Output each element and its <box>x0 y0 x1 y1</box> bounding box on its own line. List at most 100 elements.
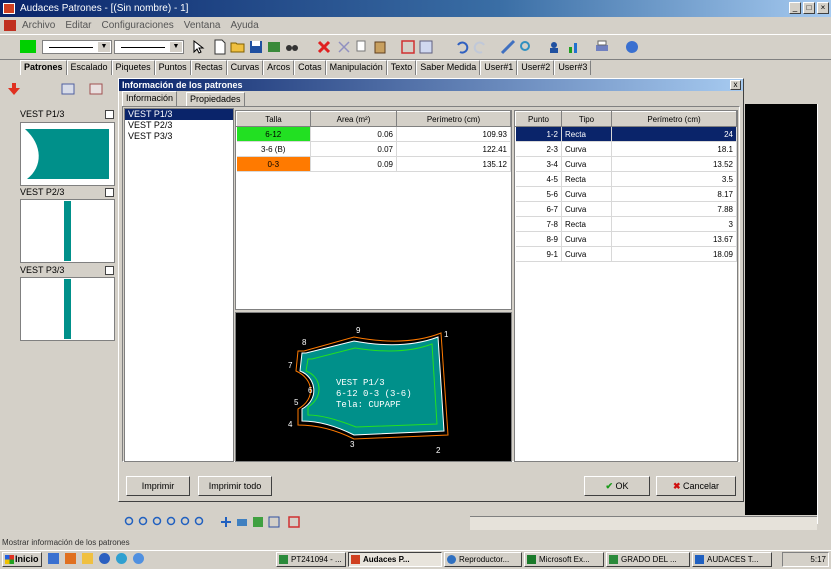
menu-editar[interactable]: Editar <box>65 20 91 31</box>
open-folder-icon[interactable] <box>230 39 246 55</box>
copy-icon[interactable] <box>354 39 370 55</box>
piece-label-3[interactable]: VEST P3/3 <box>20 265 116 277</box>
tab-curvas[interactable]: Curvas <box>226 60 264 75</box>
table-row[interactable]: 1-2 Recta 24 <box>515 126 737 142</box>
start-button[interactable]: Inicio <box>2 552 42 567</box>
zoom-all-icon[interactable] <box>166 516 178 528</box>
table-row[interactable]: 3-6 (B) 0.07 122.41 <box>236 141 511 157</box>
dialog-pieces-list[interactable]: VEST P1/3 VEST P2/3 VEST P3/3 <box>124 108 234 462</box>
table-row[interactable]: 8-9 Curva 13.67 <box>515 231 737 247</box>
layers-icon[interactable] <box>236 516 248 528</box>
piece-checkbox[interactable] <box>105 110 114 119</box>
table-row[interactable]: 7-8 Recta 3 <box>515 216 737 232</box>
table-row[interactable]: 2-3 Curva 18.1 <box>515 141 737 157</box>
users-icon[interactable] <box>548 39 564 55</box>
size-cell[interactable]: 6-12 <box>236 126 311 142</box>
tab-manipulacion[interactable]: Manipulación <box>325 60 387 75</box>
delete-icon[interactable] <box>316 39 332 55</box>
color-swatch[interactable] <box>20 40 36 53</box>
list-item[interactable]: VEST P2/3 <box>125 120 233 131</box>
piece-label-1[interactable]: VEST P1/3 <box>20 109 116 121</box>
ok-button[interactable]: ✔ OK <box>584 476 650 496</box>
dialog-close-button[interactable]: x <box>730 80 741 90</box>
save-icon[interactable] <box>248 39 264 55</box>
pointer-icon[interactable] <box>190 39 206 55</box>
table-row[interactable]: 5-6 Curva 8.17 <box>515 186 737 202</box>
table-row[interactable]: 6-7 Curva 7.88 <box>515 201 737 217</box>
close-button[interactable]: × <box>817 2 829 14</box>
menu-ventana[interactable]: Ventana <box>184 20 221 31</box>
tab-texto[interactable]: Texto <box>386 60 417 75</box>
pan-icon[interactable] <box>220 516 232 528</box>
piece-thumbnail-3[interactable] <box>20 277 115 341</box>
column-header[interactable]: Talla <box>236 111 311 127</box>
tab-piquetes[interactable]: Piquetes <box>111 60 155 75</box>
piece-thumbnail-1[interactable] <box>20 122 115 186</box>
tab-rectas[interactable]: Rectas <box>190 60 227 75</box>
zoom-in-icon[interactable] <box>124 516 136 528</box>
undo-icon[interactable] <box>454 39 470 55</box>
taskbar-item[interactable]: Audaces P... <box>348 552 442 567</box>
list-item[interactable]: VEST P1/3 <box>125 109 233 120</box>
firefox-icon[interactable] <box>65 553 76 564</box>
piece-checkbox[interactable] <box>105 188 114 197</box>
tab-informacion[interactable]: Información <box>122 91 178 106</box>
menu-archivo[interactable]: Archivo <box>22 20 55 31</box>
cancel-button[interactable]: ✖ Cancelar <box>656 476 736 496</box>
frame-icon[interactable] <box>400 39 416 55</box>
ie-icon[interactable] <box>99 553 110 564</box>
tab-user2[interactable]: User#2 <box>517 60 555 75</box>
zoom-out-icon[interactable] <box>138 516 150 528</box>
piece-icon[interactable] <box>60 81 76 97</box>
help-icon[interactable] <box>624 39 640 55</box>
window-icon[interactable] <box>418 39 434 55</box>
zoom-icon[interactable] <box>518 39 534 55</box>
folder-icon[interactable] <box>82 553 93 564</box>
tab-cotas[interactable]: Cotas <box>294 60 326 75</box>
print-button[interactable]: Imprimir <box>126 476 190 496</box>
vertical-scrollbar[interactable] <box>817 104 831 524</box>
size-cell[interactable]: 0-3 <box>236 156 311 172</box>
frame-view-icon[interactable] <box>288 516 300 528</box>
new-file-icon[interactable] <box>212 39 228 55</box>
maximize-button[interactable]: □ <box>803 2 815 14</box>
taskbar-item[interactable]: GRADO DEL ... <box>606 552 690 567</box>
column-header[interactable]: Tipo <box>561 111 612 127</box>
taskbar-item[interactable]: Microsoft Ex... <box>524 552 604 567</box>
media-icon[interactable] <box>116 553 127 564</box>
chart-icon[interactable] <box>566 39 582 55</box>
tab-escalado[interactable]: Escalado <box>66 60 112 75</box>
drawing-canvas[interactable] <box>745 104 817 515</box>
line-width-combo[interactable]: ▼ <box>114 40 184 54</box>
taskbar-item[interactable]: AUDACES T... <box>692 552 772 567</box>
list-item[interactable]: VEST P3/3 <box>125 131 233 142</box>
table-row[interactable]: 4-5 Recta 3.5 <box>515 171 737 187</box>
piece-label-2[interactable]: VEST P2/3 <box>20 187 116 199</box>
column-header[interactable]: Perímetro (cm) <box>396 111 511 127</box>
tab-arcos[interactable]: Arcos <box>263 60 295 75</box>
zoom-previous-icon[interactable] <box>180 516 192 528</box>
print-icon[interactable] <box>594 39 610 55</box>
table-row[interactable]: 0-3 0.09 135.12 <box>236 156 511 172</box>
table-row[interactable]: 9-1 Curva 18.09 <box>515 246 737 262</box>
piece-info-icon[interactable] <box>88 81 104 97</box>
table-row[interactable]: 3-4 Curva 13.52 <box>515 156 737 172</box>
column-header[interactable]: Punto <box>515 111 562 127</box>
arrow-down-icon[interactable] <box>6 81 22 97</box>
piece-checkbox[interactable] <box>105 266 114 275</box>
tab-user3[interactable]: User#3 <box>554 60 592 75</box>
tab-saber-medida[interactable]: Saber Medida <box>416 60 481 75</box>
line-style-combo[interactable]: ▼ <box>42 40 112 54</box>
column-header[interactable]: Perímetro (cm) <box>611 111 737 127</box>
size-cell[interactable]: 3-6 (B) <box>236 141 311 157</box>
grid-icon[interactable] <box>268 516 280 528</box>
taskbar-item[interactable]: PT241094 - ... <box>276 552 346 567</box>
print-all-button[interactable]: Imprimir todo <box>198 476 272 496</box>
piece-thumbnail-2[interactable] <box>20 199 115 263</box>
zoom-window-icon[interactable] <box>152 516 164 528</box>
tab-puntos[interactable]: Puntos <box>154 60 191 75</box>
messenger-icon[interactable] <box>133 553 144 564</box>
minimize-button[interactable]: _ <box>789 2 801 14</box>
cut-icon[interactable] <box>336 39 352 55</box>
tab-propiedades[interactable]: Propiedades <box>186 92 245 106</box>
